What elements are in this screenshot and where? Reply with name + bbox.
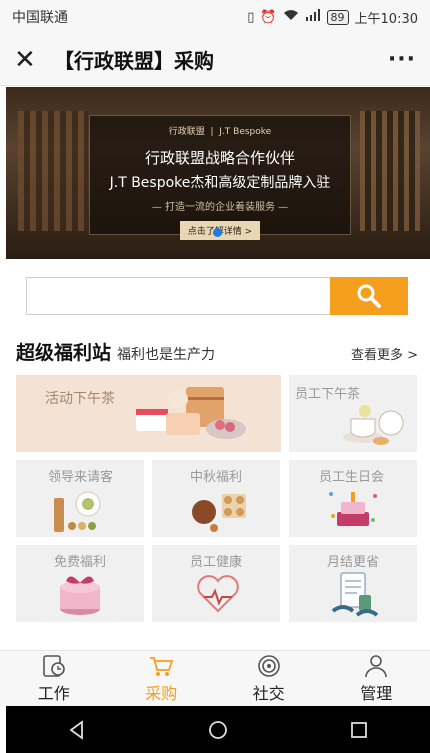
banner-logos: 行政联盟 | J.T Bespoke [168, 127, 272, 137]
tea-icon [343, 405, 404, 445]
close-icon[interactable]: ✕ [14, 45, 46, 75]
vibrate-icon: ▯ [247, 9, 255, 25]
heart-icon [197, 575, 239, 613]
view-more-link[interactable]: 查看更多 > [351, 344, 418, 363]
tab-manage[interactable]: 管理 [323, 651, 430, 706]
person-icon [365, 654, 388, 677]
birthday-cake-icon [329, 492, 377, 526]
carrier-label: 中国联通 [12, 10, 68, 26]
status-bar: 中国联通 ▯ ⏰ 89 上午10:30 [0, 0, 430, 34]
card-monthly-billing[interactable]: 月结更省 [289, 545, 417, 622]
section-title: 超级福利站 [16, 342, 112, 364]
bottom-tab-bar: 工作 采购 社交 管理 [0, 650, 430, 706]
recents-icon[interactable] [348, 719, 370, 741]
home-icon[interactable] [207, 719, 229, 741]
carousel-indicator [213, 228, 222, 237]
tab-label: 采购 [145, 683, 178, 703]
card-free-welfare[interactable]: 免费福利 [16, 545, 144, 622]
gift-box-icon [60, 576, 100, 615]
more-menu-icon[interactable]: ··· [388, 47, 416, 72]
search-input[interactable] [26, 277, 330, 315]
logo-right: J.T Bespoke [219, 127, 272, 137]
suit-rack-decoration [18, 111, 88, 231]
welfare-section-header: 超级福利站 福利也是生产力 查看更多 > [16, 338, 418, 365]
card-label: 中秋福利 [190, 470, 243, 485]
clock-document-icon [42, 654, 65, 677]
card-label: 免费福利 [54, 555, 107, 570]
banner-headline: 行政联盟战略合作伙伴 [144, 149, 295, 167]
card-staff-tea[interactable]: 员工下午茶 [289, 375, 417, 452]
card-label: 领导来请客 [48, 470, 114, 485]
banner-tagline: — 打造一流的企业着装服务 — [151, 202, 289, 213]
title-bar: ✕ 【行政联盟】采购 ··· [0, 34, 430, 86]
back-icon[interactable] [66, 719, 88, 741]
card-mid-autumn[interactable]: 中秋福利 [152, 460, 280, 537]
tab-social[interactable]: 社交 [215, 651, 323, 706]
signal-icon [305, 9, 321, 25]
shelf-decoration [360, 111, 420, 231]
clock-time: 上午10:30 [354, 11, 418, 27]
tab-label: 工作 [37, 683, 70, 703]
food-icon [54, 491, 101, 532]
section-subtitle: 福利也是生产力 [117, 347, 216, 363]
page-title: 【行政联盟】采购 [54, 49, 214, 73]
search-bar [26, 277, 408, 315]
mooncake-icon [192, 494, 246, 532]
cart-icon [150, 656, 174, 676]
banner-panel: 行政联盟 | J.T Bespoke 行政联盟战略合作伙伴 J.T Bespok… [89, 115, 351, 240]
alarm-icon: ⏰ [260, 9, 277, 25]
battery-level: 89 [326, 9, 349, 25]
system-nav-bar [6, 706, 430, 753]
card-activity-tea[interactable]: 活动下午茶 [16, 375, 281, 452]
tab-label: 管理 [360, 683, 393, 703]
tab-purchase[interactable]: 采购 [108, 651, 216, 706]
bill-icon [331, 572, 379, 617]
tab-work[interactable]: 工作 [0, 651, 108, 706]
wifi-icon [283, 9, 299, 25]
search-icon [357, 284, 381, 308]
card-label: 员工健康 [190, 555, 243, 570]
promo-banner[interactable]: 行政联盟 | J.T Bespoke 行政联盟战略合作伙伴 J.T Bespok… [6, 87, 430, 259]
card-label: 月结更省 [327, 555, 380, 570]
card-birthday-party[interactable]: 员工生日会 [289, 460, 417, 537]
tab-label: 社交 [252, 683, 285, 703]
search-button[interactable] [330, 277, 408, 315]
card-staff-health[interactable]: 员工健康 [152, 545, 280, 622]
status-icons: ▯ ⏰ 89 上午10:30 [247, 8, 418, 27]
target-icon [257, 654, 280, 677]
banner-subheadline: J.T Bespoke杰和高级定制品牌入驻 [109, 175, 331, 191]
card-label: 员工生日会 [319, 470, 385, 485]
card-label: 活动下午茶 [45, 391, 115, 407]
card-leader-treat[interactable]: 领导来请客 [16, 460, 144, 537]
cake-icon [136, 387, 246, 439]
logo-left: 行政联盟 [168, 127, 205, 137]
